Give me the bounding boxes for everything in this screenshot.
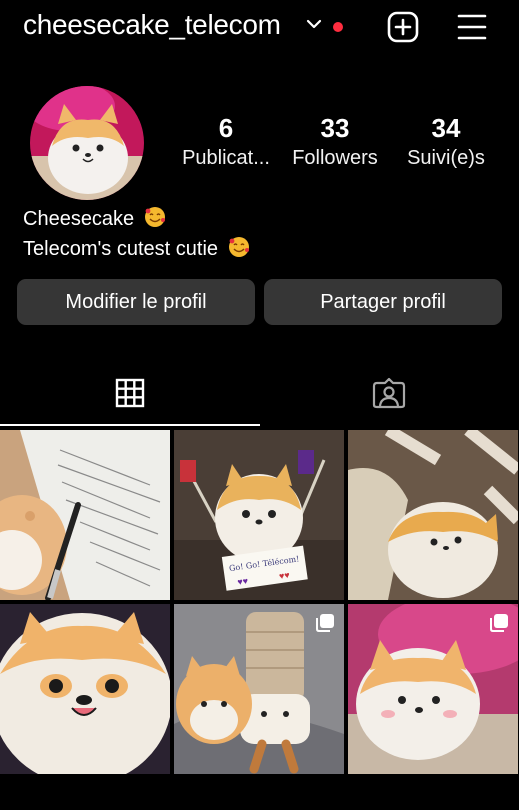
- profile-bio: Cheesecake Telecom's cutest cutie: [23, 204, 250, 264]
- share-profile-button[interactable]: Partager profil: [264, 279, 502, 325]
- plus-square-icon[interactable]: [387, 11, 419, 43]
- svg-text:♥♥: ♥♥: [237, 576, 249, 587]
- smiling-face-with-hearts-icon: [144, 207, 165, 227]
- post-thumbnail[interactable]: [0, 604, 170, 774]
- posts-label: Publicat...: [182, 147, 270, 169]
- active-tab-indicator: [0, 424, 260, 426]
- followers-label: Followers: [292, 147, 378, 169]
- tab-posts-grid[interactable]: [0, 362, 260, 424]
- edit-profile-button[interactable]: Modifier le profil: [17, 279, 255, 325]
- profile-tabs: [0, 362, 519, 428]
- bio-name-line: Cheesecake: [23, 204, 250, 234]
- bio-text-line: Telecom's cutest cutie: [23, 234, 250, 264]
- smiling-face-with-hearts-icon: [228, 237, 249, 257]
- multi-photo-icon: [490, 614, 508, 632]
- tab-tagged[interactable]: [259, 362, 519, 424]
- profile-avatar[interactable]: [30, 86, 144, 200]
- posts-count: 6: [218, 113, 234, 143]
- tagged-person-icon: [372, 377, 406, 409]
- top-bar: cheesecake_telecom: [0, 0, 519, 56]
- stat-followers[interactable]: 33 Followers: [285, 113, 385, 173]
- post-thumbnail[interactable]: [174, 604, 344, 774]
- stat-following[interactable]: 34 Suivi(e)s: [396, 113, 496, 173]
- account-username[interactable]: cheesecake_telecom: [23, 9, 281, 41]
- bio-text: Telecom's cutest cutie: [23, 238, 219, 260]
- multi-photo-icon: [316, 614, 334, 632]
- hamburger-menu-icon[interactable]: [457, 13, 487, 41]
- bio-name: Cheesecake: [23, 208, 135, 230]
- following-label: Suivi(e)s: [407, 147, 485, 169]
- stat-posts[interactable]: 6 Publicat...: [174, 113, 278, 173]
- followers-count: 33: [320, 113, 350, 143]
- following-count: 34: [431, 113, 461, 143]
- post-thumbnail[interactable]: [0, 430, 170, 600]
- grid-icon: [115, 378, 145, 408]
- svg-text:♥♥: ♥♥: [278, 570, 290, 581]
- chevron-down-icon[interactable]: [305, 17, 323, 31]
- post-thumbnail[interactable]: [348, 430, 518, 600]
- post-thumbnail[interactable]: [348, 604, 518, 774]
- post-thumbnail[interactable]: Go! Go! Télécom! ♥♥ ♥♥: [174, 430, 344, 600]
- notification-dot: [333, 22, 343, 32]
